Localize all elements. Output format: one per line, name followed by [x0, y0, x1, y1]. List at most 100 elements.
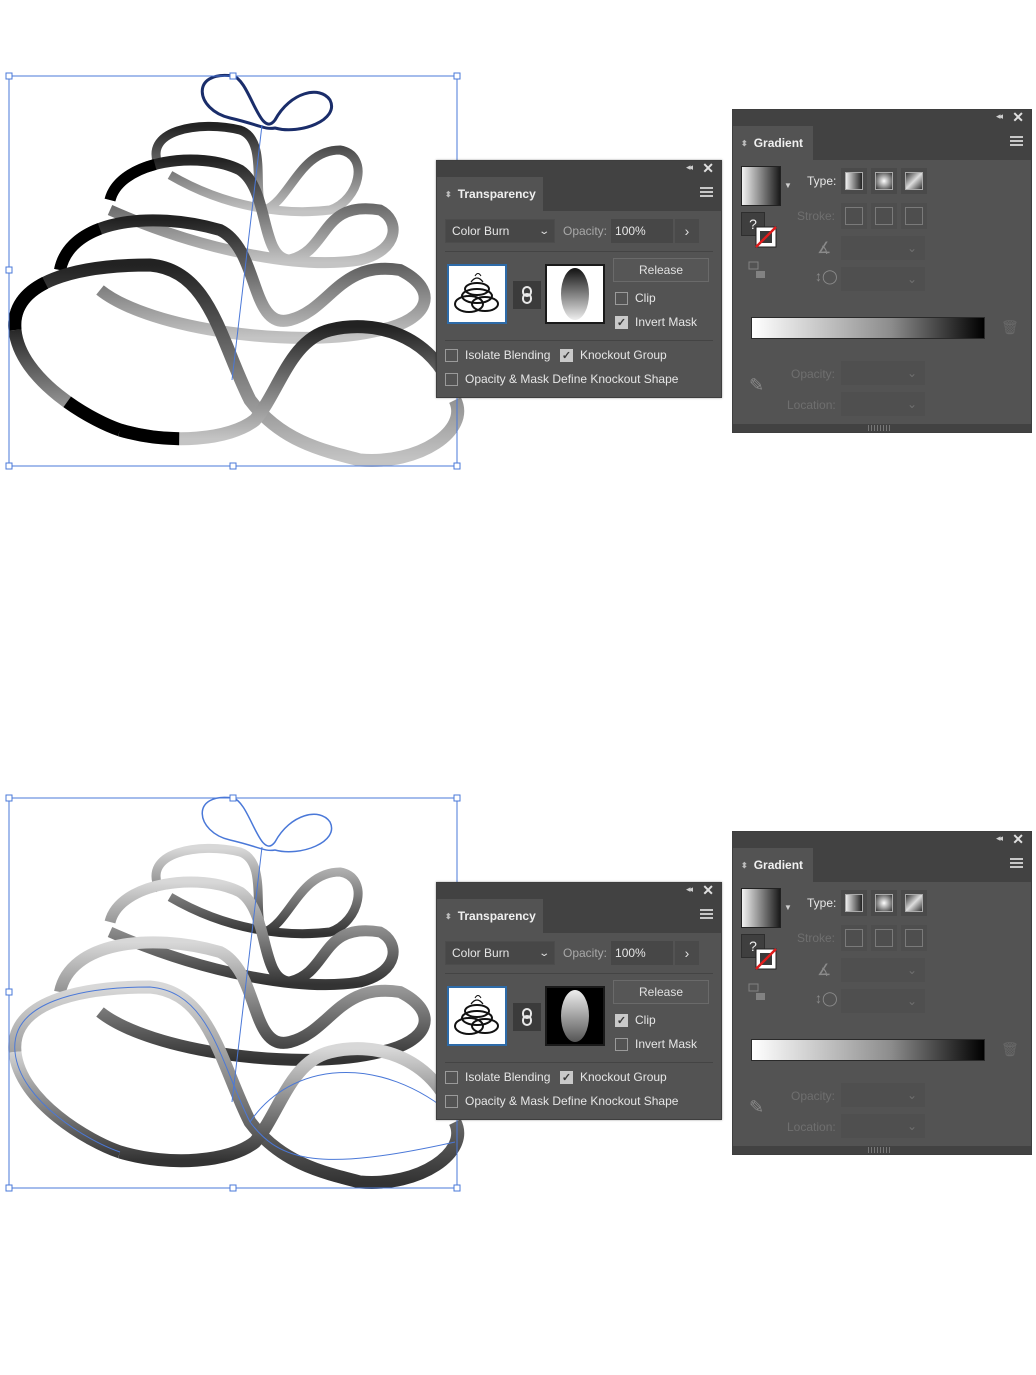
artwork-ribbon-3[interactable] — [54, 936, 431, 1066]
opacity-slider-button[interactable]: › — [675, 941, 700, 965]
gradient-swatch[interactable] — [741, 166, 781, 206]
panel-titlebar[interactable]: ◂◂ ✕ — [733, 109, 1031, 126]
selection-handle[interactable] — [229, 72, 237, 80]
stop-opacity-dropdown[interactable]: ⌄ — [841, 361, 925, 385]
selection-handle[interactable] — [453, 72, 461, 80]
knockout-group-checkbox[interactable]: ✓ Knockout Group — [560, 1070, 667, 1084]
panel-menu-icon[interactable] — [700, 909, 713, 920]
isolate-blending-check[interactable] — [445, 348, 458, 362]
collapse-panel-icon[interactable]: ◂◂ — [996, 111, 1003, 122]
artwork-svg[interactable] — [0, 0, 470, 480]
linear-gradient-button[interactable] — [841, 168, 867, 194]
panel-resize-bar[interactable] — [733, 424, 1031, 432]
opacity-mask-knockout-checkbox[interactable]: Opacity & Mask Define Knockout Shape — [445, 372, 678, 386]
artwork-thumbnail[interactable] — [447, 264, 507, 324]
selection-handle[interactable] — [229, 1184, 237, 1192]
tab-transparency[interactable]: ⬍ Transparency — [437, 177, 543, 211]
selection-handle[interactable] — [229, 794, 237, 802]
knockout-group-check[interactable]: ✓ — [560, 1070, 573, 1084]
stroke-within-button[interactable] — [841, 925, 867, 951]
close-panel-icon[interactable]: ✕ — [1012, 831, 1024, 848]
radial-gradient-button[interactable] — [871, 890, 897, 916]
reverse-fill-stroke-icon[interactable] — [747, 260, 767, 280]
delete-stop-icon[interactable]: 🗑 — [1001, 319, 1019, 336]
stroke-across-button[interactable] — [901, 203, 927, 229]
clip-check[interactable]: ✓ — [615, 1013, 628, 1027]
delete-stop-icon[interactable]: 🗑 — [1001, 1041, 1019, 1058]
stroke-along-button[interactable] — [871, 925, 897, 951]
clip-checkbox[interactable]: Clip — [615, 291, 656, 305]
stroke-none-icon[interactable] — [755, 948, 777, 970]
tab-gradient[interactable]: ⬍ Gradient — [733, 126, 813, 160]
close-panel-icon[interactable]: ✕ — [1012, 109, 1024, 126]
release-button[interactable]: Release — [613, 258, 709, 282]
tab-transparency[interactable]: ⬍ Transparency — [437, 899, 543, 933]
caret-down-icon[interactable]: ▼ — [784, 903, 792, 912]
selection-handle[interactable] — [5, 988, 13, 996]
opacity-mask-thumbnail[interactable] — [545, 264, 605, 324]
invert-mask-checkbox[interactable]: Invert Mask — [615, 1037, 697, 1051]
freeform-gradient-button[interactable] — [901, 890, 927, 916]
release-button[interactable]: Release — [613, 980, 709, 1004]
panel-titlebar[interactable]: ◂◂ ✕ — [437, 160, 721, 177]
opacity-mask-thumbnail[interactable] — [545, 986, 605, 1046]
gradient-ramp-slider[interactable] — [751, 317, 985, 339]
selection-handle[interactable] — [453, 794, 461, 802]
artboard-canvas[interactable] — [0, 722, 470, 1202]
bow-path[interactable] — [200, 73, 334, 132]
tab-gradient[interactable]: ⬍ Gradient — [733, 848, 813, 882]
opacity-slider-button[interactable]: › — [675, 219, 700, 243]
link-mask-icon[interactable] — [513, 281, 541, 309]
collapse-panel-icon[interactable]: ◂◂ — [996, 833, 1003, 844]
isolate-blending-check[interactable] — [445, 1070, 458, 1084]
selection-handle[interactable] — [5, 266, 13, 274]
selection-handle[interactable] — [453, 1184, 461, 1192]
stroke-along-button[interactable] — [871, 203, 897, 229]
gradient-swatch[interactable] — [741, 888, 781, 928]
invert-mask-checkbox[interactable]: ✓ Invert Mask — [615, 315, 697, 329]
clip-check[interactable] — [615, 291, 628, 305]
panel-menu-icon[interactable] — [1010, 136, 1023, 147]
resize-grip-icon[interactable] — [868, 425, 892, 431]
eyedropper-icon[interactable]: ✎ — [749, 375, 764, 396]
link-mask-icon[interactable] — [513, 1003, 541, 1031]
freeform-gradient-button[interactable] — [901, 168, 927, 194]
close-panel-icon[interactable]: ✕ — [702, 160, 714, 177]
stop-location-dropdown[interactable]: ⌄ — [841, 1114, 925, 1138]
panel-menu-icon[interactable] — [1010, 858, 1023, 869]
radial-gradient-button[interactable] — [871, 168, 897, 194]
resize-grip-icon[interactable] — [868, 1147, 892, 1153]
selection-handle[interactable] — [229, 462, 237, 470]
gradient-ramp-slider[interactable] — [751, 1039, 985, 1061]
selection-handle[interactable] — [5, 462, 13, 470]
panel-menu-icon[interactable] — [700, 187, 713, 198]
stop-opacity-dropdown[interactable]: ⌄ — [841, 1083, 925, 1107]
panel-titlebar[interactable]: ◂◂ ✕ — [437, 882, 721, 899]
linear-gradient-button[interactable] — [841, 890, 867, 916]
aspect-ratio-dropdown[interactable]: ⌄ — [841, 267, 925, 291]
artboard-canvas[interactable] — [0, 0, 470, 480]
angle-dropdown[interactable]: ⌄ — [841, 958, 925, 982]
clip-checkbox[interactable]: ✓ Clip — [615, 1013, 656, 1027]
reverse-fill-stroke-icon[interactable] — [747, 982, 767, 1002]
blend-mode-select[interactable]: Color Burn ⌄ — [445, 941, 555, 965]
selection-handle[interactable] — [5, 794, 13, 802]
panel-titlebar[interactable]: ◂◂ ✕ — [733, 831, 1031, 848]
invert-mask-check[interactable]: ✓ — [615, 315, 628, 329]
bow-path[interactable] — [201, 796, 333, 853]
opacity-mask-knockout-check[interactable] — [445, 1094, 458, 1108]
knockout-group-checkbox[interactable]: ✓ Knockout Group — [560, 348, 667, 362]
panel-resize-bar[interactable] — [733, 1146, 1031, 1154]
selection-handle[interactable] — [453, 462, 461, 470]
artwork-svg[interactable] — [0, 722, 470, 1202]
stroke-none-icon[interactable] — [755, 226, 777, 248]
stop-location-dropdown[interactable]: ⌄ — [841, 392, 925, 416]
invert-mask-check[interactable] — [615, 1037, 628, 1051]
stroke-within-button[interactable] — [841, 203, 867, 229]
stroke-across-button[interactable] — [901, 925, 927, 951]
artwork-thumbnail[interactable] — [447, 986, 507, 1046]
opacity-input[interactable]: 100% — [611, 941, 674, 965]
close-panel-icon[interactable]: ✕ — [702, 882, 714, 899]
artwork-ribbon-3[interactable] — [54, 214, 431, 344]
opacity-mask-knockout-check[interactable] — [445, 372, 458, 386]
